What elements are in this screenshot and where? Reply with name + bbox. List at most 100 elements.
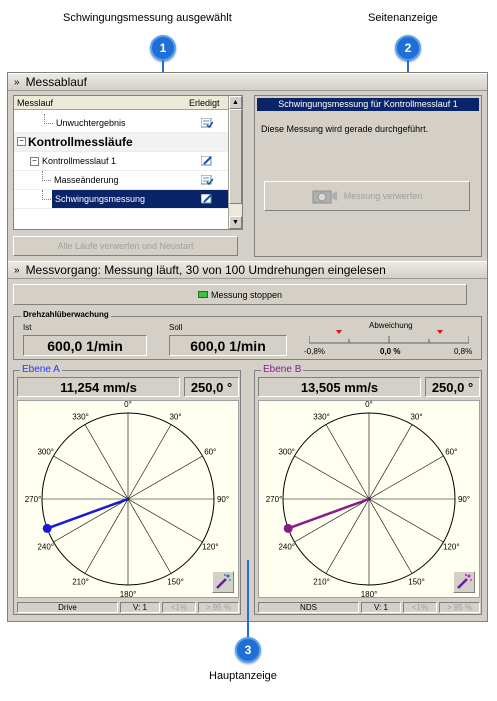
deviation-scale: [309, 336, 469, 344]
plane-a-status-3: <1%: [162, 602, 196, 613]
vector-point: [42, 523, 52, 533]
plane-b-dial: 0° 30° 60° 90° 120° 150° 180° 210° 240° 270° 300° 3…: [258, 400, 480, 599]
plane-b-wand-button[interactable]: [453, 571, 475, 593]
tree-item-masseaenderung[interactable]: Masseänderung: [14, 171, 228, 190]
tree-item-label: Kontrollmessläufe: [28, 135, 133, 149]
plane-b-polar-plot: 0° 30° 60° 90° 120° 150° 180° 210° 240° 270° 300° 3…: [266, 400, 470, 599]
dial-angle-label: 330°: [72, 413, 89, 422]
section-messvorgang-title: Messvorgang: Messung läuft, 30 von 100 U…: [25, 263, 386, 277]
plane-b-status-4: > 95 %: [439, 602, 480, 613]
vector-point: [283, 523, 293, 533]
expand-minus-icon[interactable]: −: [17, 137, 26, 146]
dial-angle-label: 90°: [217, 495, 229, 504]
caption-main: Hauptanzeige: [209, 670, 277, 682]
tree-item-kontrollmesslauf-1[interactable]: − Kontrollmesslauf 1: [14, 152, 228, 171]
plane-b-status-2: V: 1: [361, 602, 401, 613]
dial-angle-label: 270°: [25, 495, 42, 504]
checklist-icon: [201, 118, 213, 128]
deviation-label: Abweichung: [369, 321, 413, 330]
tree-item-schwingungsmessung[interactable]: Schwingungsmessung: [14, 190, 228, 209]
plane-a-group: Ebene A 11,254 mm/s 250,0 ° 0° 30° 60° 90° 1…: [13, 364, 241, 615]
plane-a-wand-button[interactable]: [212, 571, 234, 593]
dial-angle-label: 150°: [408, 577, 425, 586]
discard-measurement-button[interactable]: Messung verwerfen: [264, 181, 470, 211]
magic-wand-icon: [457, 574, 472, 589]
caption-side: Seitenanzeige: [368, 12, 438, 24]
tree-line: [44, 114, 53, 124]
deviation-max: 0,8%: [454, 347, 473, 356]
speed-monitor-group: Drehzahlüberwachung Ist 600,0 1/min Soll…: [13, 310, 482, 360]
tree-item-unwuchtergebnis[interactable]: Unwuchtergebnis: [14, 114, 228, 133]
plane-a-status-2: V: 1: [120, 602, 160, 613]
plane-b-angle: 250,0 °: [425, 377, 480, 397]
callout-3-line: [247, 560, 249, 638]
deviation-marker-right-icon: [437, 330, 443, 334]
deviation-marker-left-icon: [336, 330, 342, 334]
dial-angle-label: 60°: [204, 448, 216, 457]
deviation-value: 0,0 %: [380, 347, 401, 356]
tree-line: [42, 190, 51, 200]
callout-3: 3: [235, 637, 261, 663]
dial-angle-label: 210°: [72, 577, 89, 586]
dial-angle-label: 150°: [167, 577, 184, 586]
scroll-thumb[interactable]: [229, 109, 242, 204]
dial-angle-label: 180°: [361, 590, 378, 597]
dial-angle-label: 300°: [37, 448, 54, 457]
section-messvorgang-header[interactable]: » Messvorgang: Messung läuft, 30 von 100…: [8, 261, 487, 279]
checklist-icon: [201, 175, 213, 185]
dial-angle-label: 30°: [410, 413, 422, 422]
plane-a-angle: 250,0 °: [184, 377, 239, 397]
col-erledigt[interactable]: Erledigt: [189, 98, 220, 108]
status-led-icon: [197, 291, 208, 298]
plane-b-status-3: <1%: [403, 602, 437, 613]
dial-angle-label: 0°: [124, 401, 132, 409]
scroll-down-icon[interactable]: ▼: [229, 216, 242, 229]
dial-angle-label: 30°: [169, 413, 181, 422]
plane-a-status-4: > 95 %: [198, 602, 239, 613]
pen-icon: [201, 194, 212, 204]
plane-a-status-1: Drive: [17, 602, 118, 613]
tree-item-label: Kontrollmesslauf 1: [42, 156, 117, 166]
camera-icon: [312, 190, 337, 204]
dial-angle-label: 240°: [278, 543, 295, 552]
tree-item-label: Masseänderung: [54, 175, 119, 185]
dial-angle-label: 330°: [313, 413, 330, 422]
plane-a-polar-plot: 0° 30° 60° 90° 120° 150° 180° 210° 240° 270° 300° 3…: [25, 400, 229, 599]
col-messlauf[interactable]: Messlauf: [17, 98, 53, 108]
dial-angle-label: 60°: [445, 448, 457, 457]
section-messablauf-header[interactable]: » Messablauf: [8, 73, 487, 91]
reset-all-button[interactable]: Alle Läufe verwerfen und Neustart: [13, 236, 238, 256]
main-window: » Messablauf Messlauf Erledigt Unwuchter…: [7, 72, 488, 622]
callout-1: 1: [150, 35, 176, 61]
tree-item-kontrollmesslaeufe[interactable]: − Kontrollmessläufe: [14, 133, 228, 152]
discard-measurement-label: Messung verwerfen: [343, 191, 423, 201]
tree-scrollbar[interactable]: ▲ ▼: [228, 96, 242, 229]
stop-measurement-button[interactable]: Messung stoppen: [13, 284, 467, 305]
tree-header: Messlauf Erledigt: [14, 96, 228, 110]
magic-wand-icon: [216, 574, 231, 589]
pen-icon: [201, 156, 212, 166]
section-messablauf-title: Messablauf: [25, 75, 87, 89]
deviation-gauge: Abweichung -0,8% 0,0 % 0,8%: [304, 321, 474, 357]
soll-value: 600,0 1/min: [169, 335, 287, 356]
expand-minus-icon[interactable]: −: [30, 157, 39, 166]
side-panel-title: Schwingungsmessung für Kontrollmesslauf …: [257, 98, 479, 111]
plane-b-amplitude: 13,505 mm/s: [258, 377, 421, 397]
side-panel: Schwingungsmessung für Kontrollmesslauf …: [254, 95, 482, 257]
dial-angle-label: 240°: [37, 543, 54, 552]
tree-line: [42, 171, 51, 181]
plane-b-group: Ebene B 13,505 mm/s 250,0 ° 0° 30° 60° 90° 1…: [254, 364, 482, 615]
plane-b-status-1: NDS: [258, 602, 359, 613]
dial-angle-label: 300°: [278, 448, 295, 457]
dial-angle-label: 120°: [443, 543, 460, 552]
collapse-icon[interactable]: »: [14, 265, 20, 276]
caption-selected: Schwingungsmessung ausgewählt: [63, 12, 232, 24]
dial-angle-label: 180°: [120, 590, 137, 597]
collapse-icon[interactable]: »: [14, 77, 20, 88]
dial-angle-label: 210°: [313, 577, 330, 586]
speed-monitor-title: Drehzahlüberwachung: [21, 310, 111, 319]
dial-angle-label: 90°: [458, 495, 470, 504]
run-tree[interactable]: Messlauf Erledigt Unwuchtergebnis − Kont…: [13, 95, 243, 230]
soll-label: Soll: [169, 323, 183, 332]
scroll-up-icon[interactable]: ▲: [229, 96, 242, 109]
